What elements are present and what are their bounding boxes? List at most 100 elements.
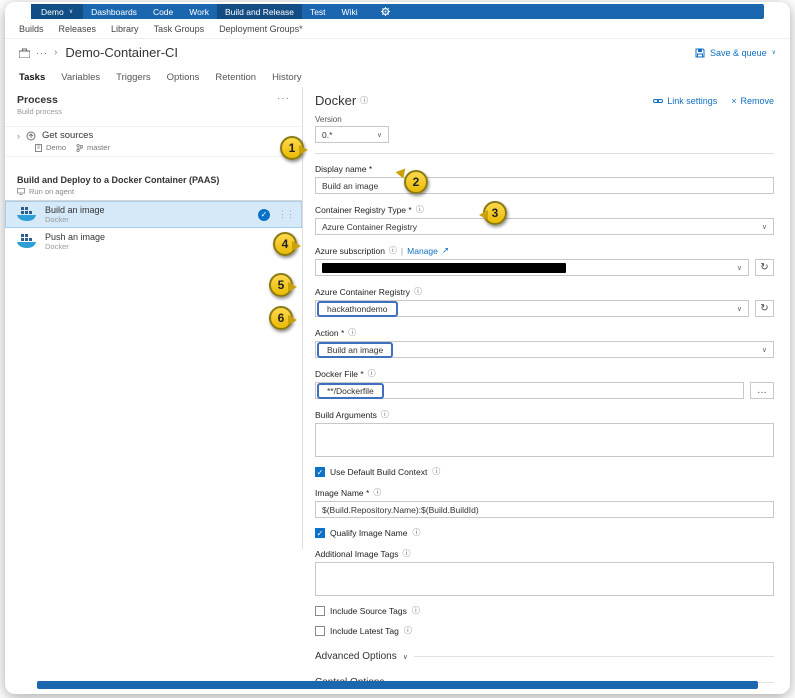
include-source-tags-label: Include Source Tags: [330, 605, 407, 616]
check-icon: ✓: [316, 528, 324, 538]
chevron-right-icon: ›: [17, 130, 20, 141]
info-icon[interactable]: ⓘ: [432, 466, 440, 477]
additional-image-tags-textarea[interactable]: [315, 562, 774, 596]
repo-icon: [35, 143, 42, 152]
info-icon[interactable]: ⓘ: [368, 368, 376, 379]
subnav-releases[interactable]: Releases: [59, 24, 97, 34]
process-header[interactable]: Process Build process ···: [5, 91, 302, 116]
info-icon[interactable]: ⓘ: [389, 245, 397, 256]
breadcrumb: ··· › Demo-Container-CI Save & queue ∨: [5, 39, 790, 66]
chevron-down-icon: ∨: [761, 223, 767, 231]
use-default-build-context-checkbox[interactable]: ✓: [315, 466, 325, 477]
nav-test[interactable]: Test: [302, 4, 334, 19]
image-name-input[interactable]: $(Build.Repository.Name):$(Build.BuildId…: [315, 501, 774, 518]
tab-triggers[interactable]: Triggers: [116, 72, 151, 83]
advanced-options-label: Advanced Options: [315, 651, 397, 662]
project-name: Demo: [41, 6, 64, 17]
selected-check-icon: ✓: [258, 208, 270, 221]
chevron-down-icon: ∨: [761, 346, 767, 354]
remove-label: Remove: [740, 95, 774, 106]
refresh-acr-button[interactable]: ↻: [755, 300, 774, 317]
docker-file-input[interactable]: **/Dockerfile: [315, 382, 744, 399]
link-settings-button[interactable]: Link settings: [653, 96, 717, 106]
branch-name: master: [87, 143, 110, 152]
nav-wiki[interactable]: Wiki: [334, 4, 366, 19]
display-name-value: Build an image: [322, 180, 379, 191]
subnav-task-groups[interactable]: Task Groups: [154, 24, 205, 34]
version-select[interactable]: 0.* ∨: [315, 126, 389, 143]
section-rule: [413, 656, 774, 657]
manage-link[interactable]: Manage: [407, 246, 438, 256]
nav-build-and-release[interactable]: Build and Release: [216, 4, 302, 19]
subnav-deployment-groups[interactable]: Deployment Groups*: [219, 24, 303, 34]
nav-work[interactable]: Work: [181, 4, 217, 19]
subnav-library[interactable]: Library: [111, 24, 139, 34]
refresh-subscription-button[interactable]: ↻: [755, 259, 774, 276]
info-icon[interactable]: ⓘ: [373, 487, 381, 498]
tab-tasks[interactable]: Tasks: [19, 72, 45, 83]
app-window: Demo ∨ Dashboards Code Work Build and Re…: [5, 2, 790, 694]
acr-value: hackathondemo: [317, 300, 398, 317]
display-name-input[interactable]: Build an image: [315, 177, 774, 194]
top-nav: Demo ∨ Dashboards Code Work Build and Re…: [31, 4, 764, 19]
info-icon[interactable]: ⓘ: [412, 605, 420, 616]
callout-2: 2: [404, 170, 428, 194]
sub-nav: Builds Releases Library Task Groups Depl…: [5, 19, 790, 39]
get-sources-item[interactable]: › Get sources Demo master: [5, 126, 302, 157]
registry-type-value: Azure Container Registry: [322, 221, 417, 232]
save-icon: [695, 48, 705, 57]
project-menu[interactable]: Demo ∨: [31, 4, 84, 19]
nav-dashboards[interactable]: Dashboards: [83, 4, 145, 19]
task-push-an-image[interactable]: Push an image Docker: [5, 228, 302, 255]
tab-retention[interactable]: Retention: [215, 72, 256, 83]
chevron-down-icon: ∨: [376, 131, 382, 139]
subscription-select[interactable]: ∨: [315, 259, 749, 276]
action-select[interactable]: Build an image ∨: [315, 341, 774, 358]
info-icon[interactable]: ⓘ: [348, 327, 356, 338]
callout-number: 5: [277, 278, 285, 292]
task-build-an-image[interactable]: Build an image Docker ✓ ⋮⋮: [5, 201, 302, 228]
info-icon[interactable]: ⓘ: [414, 286, 422, 297]
more-options-button[interactable]: ···: [277, 93, 290, 104]
agent-phase-header[interactable]: Build and Deploy to a Docker Container (…: [5, 173, 302, 201]
info-icon[interactable]: ⓘ: [402, 548, 410, 559]
callout-number: 3: [491, 206, 499, 220]
phase-title: Build and Deploy to a Docker Container (…: [17, 175, 220, 185]
docker-file-label: Docker File *: [315, 368, 364, 379]
include-latest-tag-checkbox[interactable]: [315, 625, 325, 636]
include-source-tags-checkbox[interactable]: [315, 605, 325, 616]
subnav-builds[interactable]: Builds: [19, 24, 44, 34]
registry-type-select[interactable]: Azure Container Registry ∨: [315, 218, 774, 235]
acr-label: Azure Container Registry: [315, 286, 410, 297]
info-icon[interactable]: ⓘ: [416, 204, 424, 215]
breadcrumb-ellipsis[interactable]: ···: [36, 48, 48, 58]
info-icon[interactable]: ⓘ: [381, 409, 389, 420]
refresh-icon: ↻: [760, 303, 769, 314]
include-latest-tag-label: Include Latest Tag: [330, 625, 399, 636]
info-icon[interactable]: ⓘ: [404, 625, 412, 636]
qualify-image-name-checkbox[interactable]: ✓: [315, 527, 325, 538]
nav-code[interactable]: Code: [145, 4, 181, 19]
remove-button[interactable]: × Remove: [731, 96, 774, 106]
advanced-options-section[interactable]: Advanced Options ∨: [315, 651, 774, 662]
tab-options[interactable]: Options: [167, 72, 200, 83]
action-value: Build an image: [317, 341, 394, 358]
tab-variables[interactable]: Variables: [61, 72, 100, 83]
tab-history[interactable]: History: [272, 72, 302, 83]
info-icon[interactable]: ⓘ: [412, 527, 420, 538]
save-queue-button[interactable]: Save & queue ∨: [695, 48, 776, 58]
info-icon[interactable]: ⓘ: [360, 95, 368, 106]
redacted-value: [322, 262, 566, 273]
gear-icon[interactable]: [372, 4, 399, 19]
label-separator: |: [400, 245, 404, 256]
definition-icon: [19, 48, 30, 58]
drag-handle[interactable]: ⋮⋮: [278, 209, 295, 220]
acr-select[interactable]: hackathondemo ∨: [315, 300, 749, 317]
build-arguments-textarea[interactable]: [315, 423, 774, 457]
callout-number: 6: [277, 311, 285, 325]
image-name-label: Image Name *: [315, 487, 370, 498]
close-icon: ×: [731, 95, 737, 106]
browse-docker-file-button[interactable]: …: [750, 382, 774, 399]
task-form-panel: Docker ⓘ Link settings × Remove Version …: [303, 87, 790, 694]
get-sources-label: Get sources: [42, 130, 94, 141]
